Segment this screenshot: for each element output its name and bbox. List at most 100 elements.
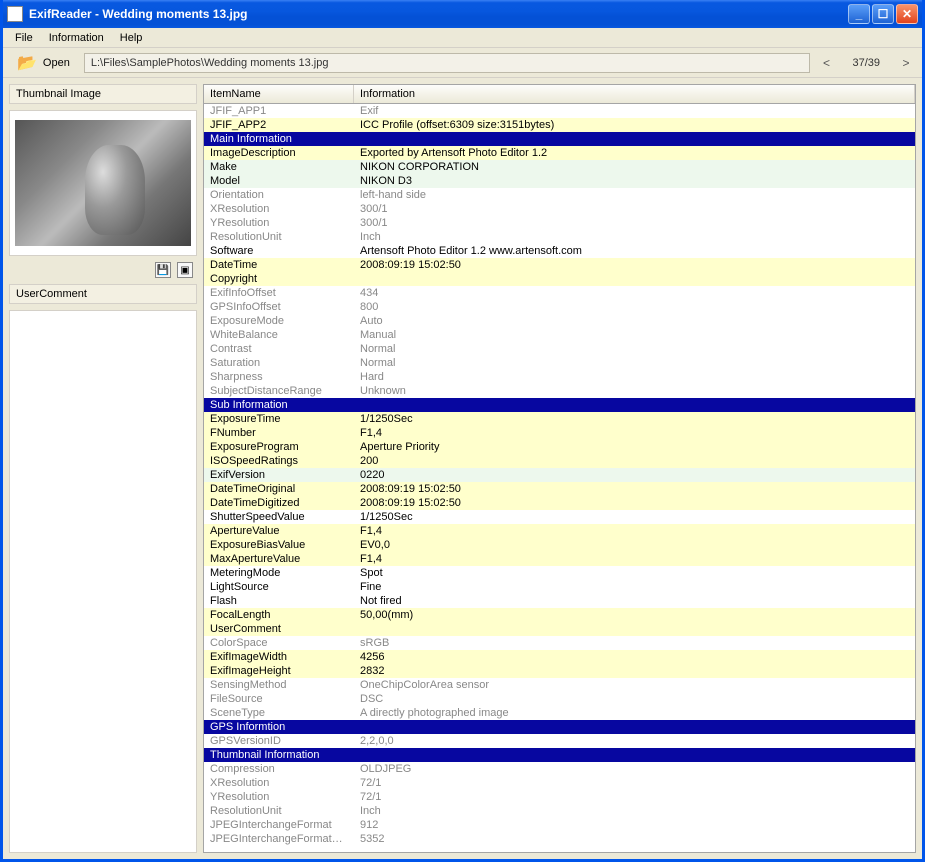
- cell-itemname: ExifImageHeight: [204, 664, 354, 678]
- titlebar[interactable]: ExifReader - Wedding moments 13.jpg _ ☐ …: [3, 0, 922, 28]
- table-row[interactable]: FileSourceDSC: [204, 692, 915, 706]
- table-row[interactable]: DateTimeDigitized2008:09:19 15:02:50: [204, 496, 915, 510]
- cell-itemname: ResolutionUnit: [204, 804, 354, 818]
- table-row[interactable]: MakeNIKON CORPORATION: [204, 160, 915, 174]
- table-row[interactable]: FlashNot fired: [204, 594, 915, 608]
- table-row[interactable]: Copyright: [204, 272, 915, 286]
- cell-itemname: JFIF_APP1: [204, 104, 354, 118]
- table-row[interactable]: JPEGInterchangeFormatLen...5352: [204, 832, 915, 846]
- cell-itemname: Software: [204, 244, 354, 258]
- table-row[interactable]: SaturationNormal: [204, 356, 915, 370]
- cell-itemname: MeteringMode: [204, 566, 354, 580]
- table-row[interactable]: Thumbnail Information: [204, 748, 915, 762]
- table-row[interactable]: ExifImageWidth4256: [204, 650, 915, 664]
- open-button[interactable]: 📂 Open: [11, 51, 76, 75]
- cell-information: Exported by Artensoft Photo Editor 1.2: [354, 146, 915, 160]
- prev-button[interactable]: <: [818, 56, 834, 70]
- table-row[interactable]: SceneTypeA directly photographed image: [204, 706, 915, 720]
- table-row[interactable]: JFIF_APP2ICC Profile (offset:6309 size:3…: [204, 118, 915, 132]
- table-row[interactable]: Sub Information: [204, 398, 915, 412]
- open-label: Open: [43, 57, 70, 69]
- table-row[interactable]: ExifVersion0220: [204, 468, 915, 482]
- app-icon: [7, 6, 23, 22]
- table-row[interactable]: Main Information: [204, 132, 915, 146]
- thumbnail-image[interactable]: [15, 120, 191, 246]
- table-row[interactable]: ISOSpeedRatings200: [204, 454, 915, 468]
- close-button[interactable]: ✕: [896, 4, 918, 24]
- table-row[interactable]: ShutterSpeedValue1/1250Sec: [204, 510, 915, 524]
- usercomment-box[interactable]: [9, 310, 197, 853]
- table-row[interactable]: GPSInfoOffset800: [204, 300, 915, 314]
- save-thumb-icon[interactable]: 💾: [155, 262, 171, 278]
- cell-itemname: SceneType: [204, 706, 354, 720]
- table-row[interactable]: ContrastNormal: [204, 342, 915, 356]
- cell-itemname: Make: [204, 160, 354, 174]
- cell-itemname: ExposureTime: [204, 412, 354, 426]
- cell-itemname: Flash: [204, 594, 354, 608]
- table-row[interactable]: Orientationleft-hand side: [204, 188, 915, 202]
- cell-information: F1,4: [354, 552, 915, 566]
- table-row[interactable]: ExposureModeAuto: [204, 314, 915, 328]
- table-row[interactable]: JFIF_APP1Exif: [204, 104, 915, 118]
- cell-itemname: UserComment: [204, 622, 354, 636]
- table-row[interactable]: SubjectDistanceRangeUnknown: [204, 384, 915, 398]
- maximize-button[interactable]: ☐: [872, 4, 894, 24]
- window: ExifReader - Wedding moments 13.jpg _ ☐ …: [0, 0, 925, 862]
- table-row[interactable]: MaxApertureValueF1,4: [204, 552, 915, 566]
- table-row[interactable]: XResolution72/1: [204, 776, 915, 790]
- cell-itemname: YResolution: [204, 216, 354, 230]
- minimize-button[interactable]: _: [848, 4, 870, 24]
- table-row[interactable]: ExifInfoOffset434: [204, 286, 915, 300]
- cell-information: Spot: [354, 566, 915, 580]
- menu-information[interactable]: Information: [41, 30, 112, 46]
- path-input[interactable]: L:\Files\SamplePhotos\Wedding moments 13…: [84, 53, 811, 73]
- table-row[interactable]: ImageDescriptionExported by Artensoft Ph…: [204, 146, 915, 160]
- table-row[interactable]: ApertureValueF1,4: [204, 524, 915, 538]
- table-row[interactable]: SensingMethodOneChipColorArea sensor: [204, 678, 915, 692]
- cell-itemname: WhiteBalance: [204, 328, 354, 342]
- table-row[interactable]: MeteringModeSpot: [204, 566, 915, 580]
- table-row[interactable]: ExposureBiasValueEV0,0: [204, 538, 915, 552]
- table-row[interactable]: ResolutionUnitInch: [204, 804, 915, 818]
- col-information[interactable]: Information: [354, 85, 915, 103]
- col-itemname[interactable]: ItemName: [204, 85, 354, 103]
- table-row[interactable]: FocalLength50,00(mm): [204, 608, 915, 622]
- cell-itemname: GPS Informtion: [204, 720, 354, 734]
- cell-information: Auto: [354, 314, 915, 328]
- table-row[interactable]: FNumberF1,4: [204, 426, 915, 440]
- table-row[interactable]: YResolution300/1: [204, 216, 915, 230]
- cell-information: DSC: [354, 692, 915, 706]
- cell-itemname: Thumbnail Information: [204, 748, 354, 762]
- table-row[interactable]: LightSourceFine: [204, 580, 915, 594]
- table-row[interactable]: CompressionOLDJPEG: [204, 762, 915, 776]
- table-row[interactable]: DateTime2008:09:19 15:02:50: [204, 258, 915, 272]
- table-row[interactable]: ExifImageHeight2832: [204, 664, 915, 678]
- table-row[interactable]: DateTimeOriginal2008:09:19 15:02:50: [204, 482, 915, 496]
- fullscreen-icon[interactable]: ▣: [177, 262, 193, 278]
- table-row[interactable]: ExposureProgramAperture Priority: [204, 440, 915, 454]
- table-row[interactable]: XResolution300/1: [204, 202, 915, 216]
- cell-itemname: Compression: [204, 762, 354, 776]
- table-row[interactable]: ModelNIKON D3: [204, 174, 915, 188]
- table-row[interactable]: ColorSpacesRGB: [204, 636, 915, 650]
- cell-itemname: ExifImageWidth: [204, 650, 354, 664]
- cell-itemname: DateTime: [204, 258, 354, 272]
- cell-information: Aperture Priority: [354, 440, 915, 454]
- table-row[interactable]: ExposureTime1/1250Sec: [204, 412, 915, 426]
- table-row[interactable]: GPSVersionID2,2,0,0: [204, 734, 915, 748]
- menu-file[interactable]: File: [7, 30, 41, 46]
- cell-information: [354, 132, 915, 146]
- cell-information: 300/1: [354, 202, 915, 216]
- table-row[interactable]: GPS Informtion: [204, 720, 915, 734]
- menu-help[interactable]: Help: [112, 30, 151, 46]
- next-button[interactable]: >: [898, 56, 914, 70]
- table-row[interactable]: UserComment: [204, 622, 915, 636]
- table-row[interactable]: YResolution72/1: [204, 790, 915, 804]
- usercomment-panel-title: UserComment: [9, 284, 197, 304]
- exif-grid[interactable]: ItemName Information JFIF_APP1ExifJFIF_A…: [203, 84, 916, 853]
- table-row[interactable]: SoftwareArtensoft Photo Editor 1.2 www.a…: [204, 244, 915, 258]
- table-row[interactable]: WhiteBalanceManual: [204, 328, 915, 342]
- table-row[interactable]: SharpnessHard: [204, 370, 915, 384]
- table-row[interactable]: ResolutionUnitInch: [204, 230, 915, 244]
- table-row[interactable]: JPEGInterchangeFormat912: [204, 818, 915, 832]
